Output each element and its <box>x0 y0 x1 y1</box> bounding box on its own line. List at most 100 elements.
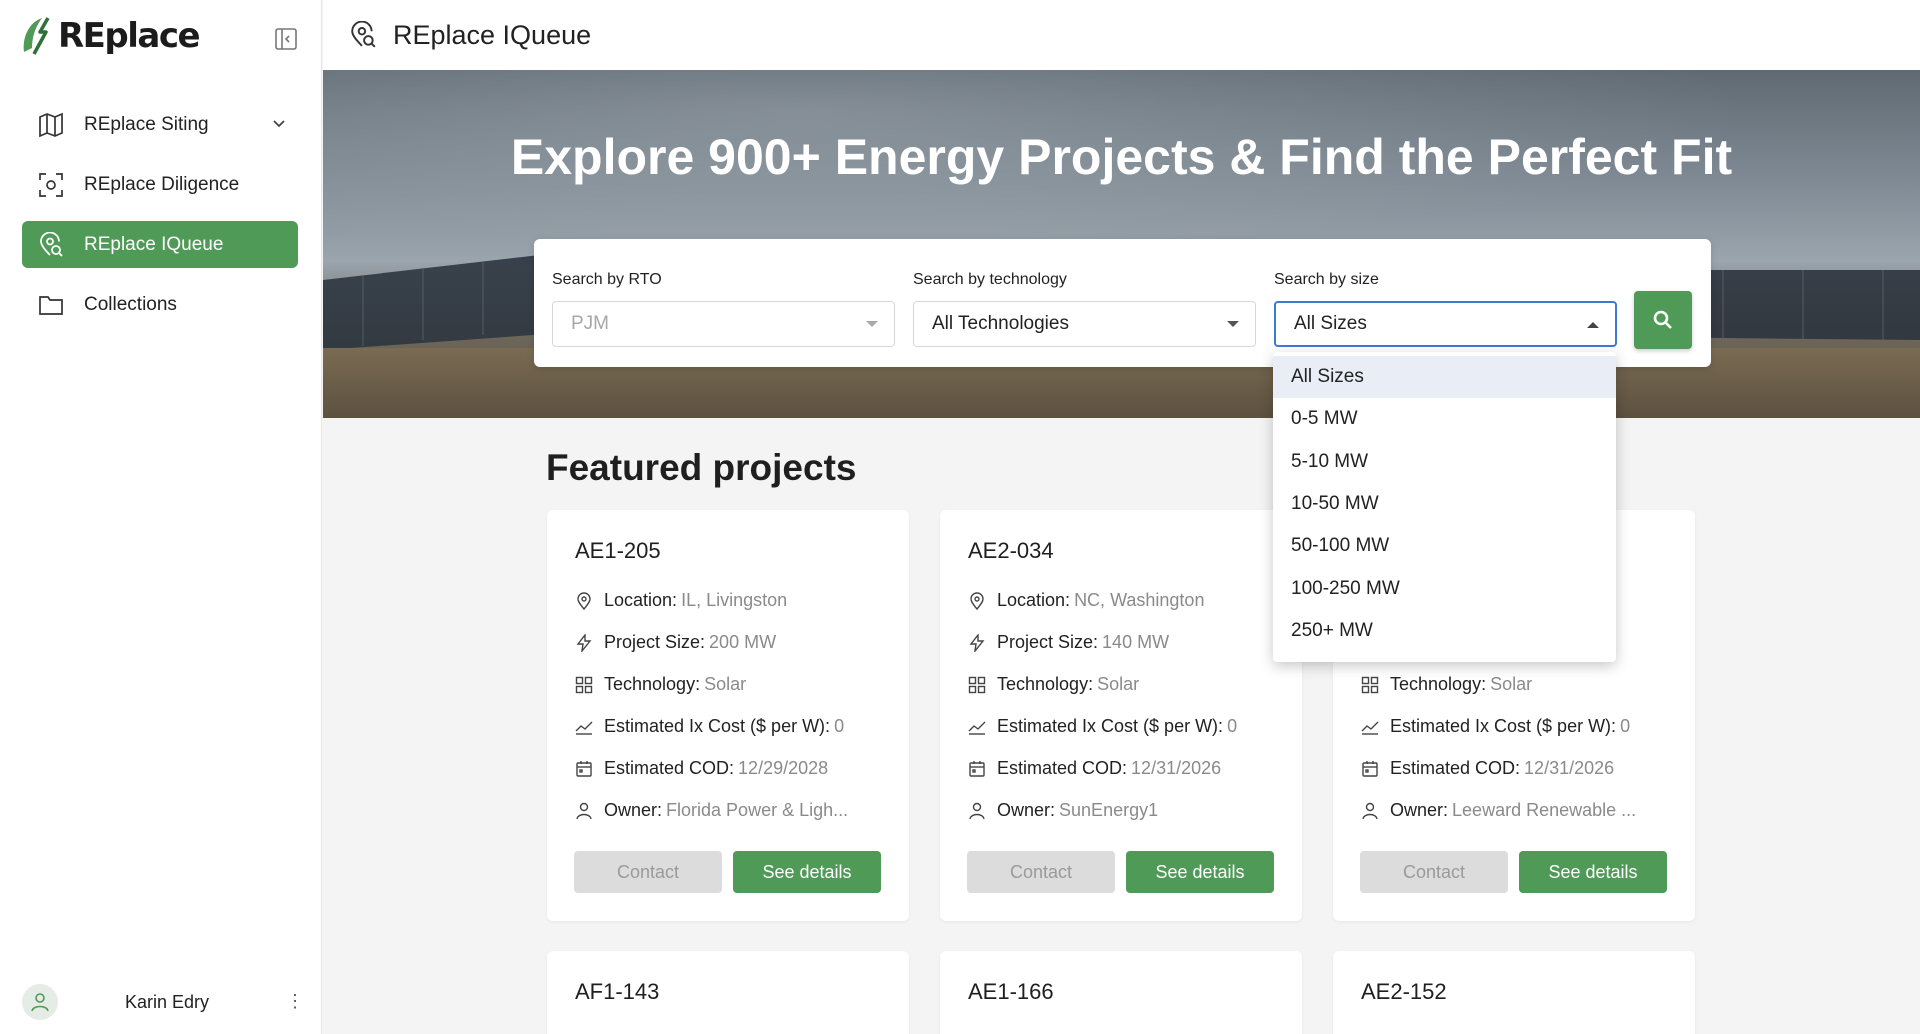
rto-filter: Search by RTO PJM <box>552 271 895 347</box>
technology-filter: Search by technology All Technologies <box>913 271 1256 347</box>
chevron-down-icon[interactable] <box>270 114 288 138</box>
location-value: NC, Washington <box>1074 590 1205 610</box>
hero-title: Explore 900+ Energy Projects & Find the … <box>510 129 1733 185</box>
location-search-icon <box>349 20 377 49</box>
cod-row: Estimated COD: 12/31/2026 <box>1360 758 1614 779</box>
size-option[interactable]: 5-10 MW <box>1273 441 1616 483</box>
rto-label: Search by RTO <box>552 271 662 288</box>
location-value: IL, Livingston <box>681 590 788 610</box>
owner-key: Owner: <box>1390 800 1449 820</box>
size-row: Project Size: 140 MW <box>967 632 1169 653</box>
leaf-logo-icon <box>23 17 50 55</box>
location-key: Location: <box>604 590 678 610</box>
size-key: Project Size: <box>604 632 706 652</box>
sidebar: REplace REplace Siting REplace Diligence <box>0 0 322 1034</box>
contact-button[interactable]: Contact <box>574 851 722 893</box>
technology-value: Solar <box>1097 674 1140 694</box>
app-logo[interactable]: REplace <box>20 14 201 58</box>
collapse-sidebar-button[interactable] <box>274 27 298 51</box>
location-row: Location: IL, Livingston <box>574 590 787 611</box>
search-panel: Search by RTO PJM Search by technology A… <box>534 239 1711 367</box>
size-option[interactable]: 0-5 MW <box>1273 398 1616 440</box>
contact-button[interactable]: Contact <box>967 851 1115 893</box>
cod-row: Estimated COD: 12/29/2028 <box>574 758 828 779</box>
project-id: AF1-143 <box>575 979 660 1004</box>
technology-key: Technology: <box>997 674 1094 694</box>
size-option[interactable]: 250+ MW <box>1273 610 1616 652</box>
technology-select[interactable]: All Technologies <box>913 301 1256 347</box>
location-pin-icon <box>967 591 987 611</box>
calendar-icon <box>1360 759 1380 779</box>
size-key: Project Size: <box>997 632 1099 652</box>
logo-text: REplace <box>58 16 201 56</box>
see-details-button[interactable]: See details <box>1519 851 1667 893</box>
trend-chart-icon <box>1360 717 1380 737</box>
cost-value: 0 <box>834 716 845 736</box>
sidebar-item-label: Collections <box>84 293 177 315</box>
project-card[interactable]: AE1-205 Location: IL, Livingston Project… <box>547 510 909 921</box>
cod-key: Estimated COD: <box>997 758 1128 778</box>
cost-value: 0 <box>1227 716 1238 736</box>
user-profile[interactable]: Karin Edry ⋮ <box>22 983 304 1021</box>
sidebar-item-label: REplace Siting <box>84 113 209 135</box>
size-option[interactable]: 10-50 MW <box>1273 483 1616 525</box>
cod-key: Estimated COD: <box>1390 758 1521 778</box>
size-option[interactable]: 50-100 MW <box>1273 525 1616 567</box>
user-menu-icon[interactable]: ⋮ <box>286 991 304 1012</box>
owner-row: Owner: Leeward Renewable ... <box>1360 800 1636 821</box>
lightning-icon <box>574 633 594 653</box>
project-card[interactable]: AF1-143 <box>547 951 909 1034</box>
size-option[interactable]: All Sizes <box>1273 356 1616 399</box>
search-icon <box>1653 310 1672 329</box>
see-details-button[interactable]: See details <box>1126 851 1274 893</box>
location-search-icon <box>38 231 64 258</box>
owner-row: Owner: Florida Power & Ligh... <box>574 800 848 821</box>
user-icon <box>31 993 49 1012</box>
project-card[interactable]: AE2-034 Location: NC, Washington Project… <box>940 510 1302 921</box>
owner-key: Owner: <box>604 800 663 820</box>
location-key: Location: <box>997 590 1071 610</box>
rto-select[interactable]: PJM <box>552 301 895 347</box>
technology-value: Solar <box>704 674 747 694</box>
size-label: Search by size <box>1274 271 1379 288</box>
sidebar-item-collections[interactable]: Collections <box>22 281 298 328</box>
technology-value: Solar <box>1490 674 1533 694</box>
calendar-icon <box>967 759 987 779</box>
search-button[interactable] <box>1634 291 1692 349</box>
project-id: AE2-034 <box>968 538 1054 563</box>
user-icon <box>967 801 987 821</box>
lightning-icon <box>967 633 987 653</box>
sidebar-item-diligence[interactable]: REplace Diligence <box>22 161 298 208</box>
size-filter: Search by size All Sizes <box>1274 271 1617 347</box>
cost-key: Estimated Ix Cost ($ per W): <box>604 716 831 736</box>
owner-value: SunEnergy1 <box>1059 800 1159 820</box>
trend-chart-icon <box>574 717 594 737</box>
project-card[interactable]: AE2-152 <box>1333 951 1695 1034</box>
size-option[interactable]: 100-250 MW <box>1273 567 1616 609</box>
calendar-icon <box>574 759 594 779</box>
trend-chart-icon <box>967 717 987 737</box>
technology-value: All Technologies <box>932 313 1069 334</box>
see-details-button[interactable]: See details <box>733 851 881 893</box>
size-select[interactable]: All Sizes <box>1274 301 1617 347</box>
cost-row: Estimated Ix Cost ($ per W): 0 <box>1360 716 1630 737</box>
featured-projects-heading: Featured projects <box>546 447 857 488</box>
contact-button[interactable]: Contact <box>1360 851 1508 893</box>
cost-value: 0 <box>1620 716 1631 736</box>
project-id: AE2-152 <box>1361 979 1447 1004</box>
cod-value: 12/31/2026 <box>1131 758 1222 778</box>
technology-row: Technology: Solar <box>1360 674 1532 695</box>
technology-row: Technology: Solar <box>967 674 1139 695</box>
cod-row: Estimated COD: 12/31/2026 <box>967 758 1221 779</box>
user-name: Karin Edry <box>125 991 210 1012</box>
sidebar-item-iqueue[interactable]: REplace IQueue <box>22 221 298 268</box>
grid-icon <box>967 675 987 695</box>
project-card[interactable]: AE1-166 <box>940 951 1302 1034</box>
cod-value: 12/29/2028 <box>738 758 829 778</box>
cost-row: Estimated Ix Cost ($ per W): 0 <box>967 716 1237 737</box>
location-row: Location: NC, Washington <box>967 590 1204 611</box>
rto-value: PJM <box>571 313 609 334</box>
avatar <box>22 984 58 1020</box>
technology-label: Search by technology <box>913 271 1067 288</box>
sidebar-item-siting[interactable]: REplace Siting <box>22 101 298 148</box>
